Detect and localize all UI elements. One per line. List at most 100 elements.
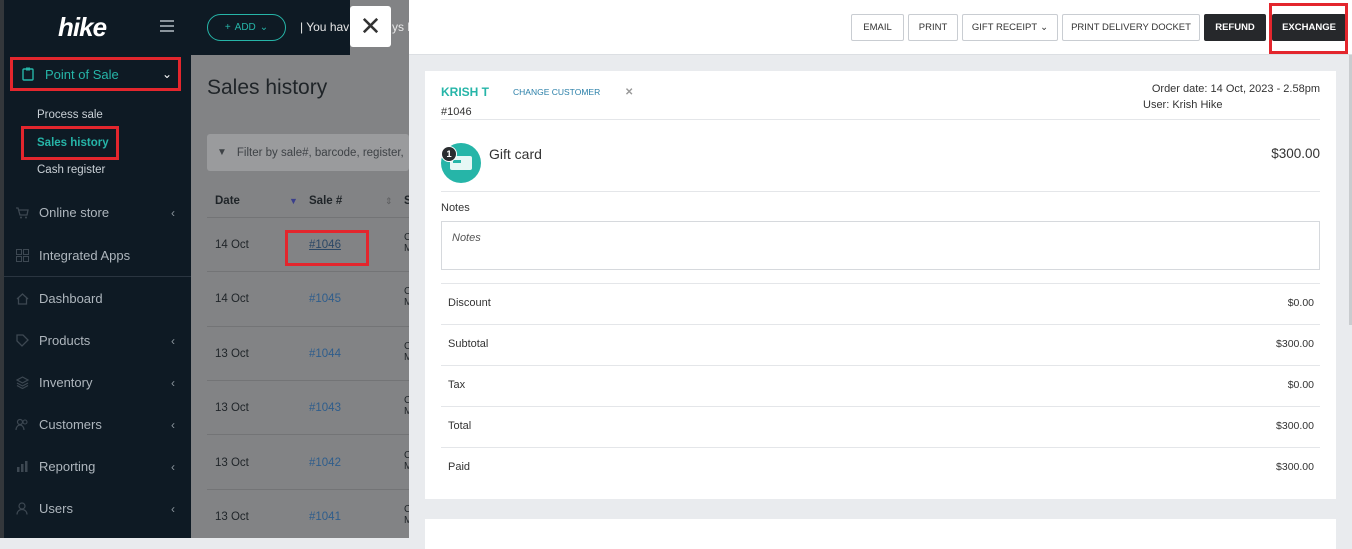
secondary-card (425, 519, 1336, 549)
chevron-left-icon: ‹ (171, 501, 175, 516)
sidebar-item-inventory[interactable]: Inventory ‹ (15, 375, 183, 390)
print-delivery-docket-button[interactable]: PRINT DELIVERY DOCKET (1062, 14, 1200, 41)
table-divider (207, 434, 409, 435)
change-customer-link[interactable]: CHANGE CUSTOMER (513, 87, 600, 97)
sale-number: #1046 (441, 106, 472, 118)
sidebar-item-integrated-apps[interactable]: Integrated Apps (15, 248, 183, 263)
print-button[interactable]: PRINT (908, 14, 958, 41)
row-date: 13 Oct (215, 348, 249, 360)
customer-name[interactable]: KRISH T (441, 85, 489, 99)
users-icon (15, 418, 29, 432)
discount-value: $0.00 (1287, 297, 1314, 309)
sidebar-item-dashboard[interactable]: Dashboard (15, 291, 183, 306)
column-header-sale[interactable]: Sale # (309, 195, 342, 207)
tag-icon (15, 334, 29, 348)
sidebar-item-online-store[interactable]: Online store ‹ (15, 205, 183, 220)
divider (441, 324, 1320, 325)
divider (441, 119, 1320, 120)
exchange-highlight-box (1269, 3, 1348, 54)
table-divider (207, 217, 409, 218)
chevron-left-icon: ‹ (171, 417, 175, 432)
paid-label: Paid (448, 461, 471, 473)
discount-label: Discount (448, 297, 491, 309)
divider (441, 406, 1320, 407)
chevron-left-icon: ‹ (171, 459, 175, 474)
chevron-down-icon: ⌄ (161, 67, 172, 81)
quantity-badge: 1 (441, 146, 457, 162)
row-date: 13 Oct (215, 457, 249, 469)
sale-detail-card: KRISH T CHANGE CUSTOMER ✕ #1046 Order da… (425, 71, 1336, 499)
add-button[interactable]: + ADD ⌄ (207, 14, 286, 41)
sale-link[interactable]: #1042 (309, 457, 341, 469)
sidebar-item-products[interactable]: Products ‹ (15, 333, 183, 348)
line-item-name: Gift card (489, 146, 542, 162)
filter-icon: ▼ (217, 147, 227, 158)
chevron-left-icon: ‹ (171, 333, 175, 348)
sort-desc-icon[interactable]: ▼ (289, 196, 298, 206)
total-label: Total (448, 420, 472, 432)
page-title: Sales history (207, 76, 328, 99)
sale-link[interactable]: #1041 (309, 511, 341, 523)
email-button[interactable]: EMAIL (851, 14, 904, 41)
tax-value: $0.00 (1287, 379, 1314, 391)
sale-link[interactable]: #1043 (309, 402, 341, 414)
close-icon: ✕ (359, 11, 382, 41)
order-user: User: Krish Hike (1143, 99, 1223, 111)
sidebar: hike Point of Sale ⌄ Process sale Sales … (0, 0, 191, 538)
hamburger-menu-icon[interactable] (160, 20, 174, 35)
clipboard-icon (21, 67, 35, 81)
row-date: 13 Oct (215, 402, 249, 414)
sidebar-item-reporting[interactable]: Reporting ‹ (15, 459, 183, 474)
sale-detail-panel: EMAIL PRINT GIFT RECEIPT ⌄ PRINT DELIVER… (409, 0, 1352, 549)
cart-icon (15, 206, 29, 220)
sidebar-item-customers[interactable]: Customers ‹ (15, 417, 183, 432)
divider (441, 191, 1320, 192)
table-divider (207, 489, 409, 490)
close-panel-button[interactable]: ✕ (350, 6, 391, 47)
nav-point-of-sale-label: Point of Sale (45, 66, 119, 82)
row-date: 13 Oct (215, 511, 249, 523)
subtotal-label: Subtotal (448, 338, 489, 350)
panel-toolbar: EMAIL PRINT GIFT RECEIPT ⌄ PRINT DELIVER… (409, 0, 1352, 55)
tax-label: Tax (448, 379, 466, 391)
gift-receipt-button[interactable]: GIFT RECEIPT ⌄ (962, 14, 1058, 41)
sidebar-item-users[interactable]: Users ‹ (15, 501, 183, 516)
notes-field[interactable]: Notes (441, 221, 1320, 270)
sales-history-highlight-box (21, 126, 119, 160)
line-item-price: $300.00 (1271, 146, 1320, 161)
divider (441, 283, 1320, 284)
order-date: Order date: 14 Oct, 2023 - 2.58pm (1151, 83, 1320, 95)
notes-label: Notes (441, 202, 470, 214)
user-icon (15, 502, 29, 516)
layers-icon (15, 376, 29, 390)
sidebar-item-process-sale[interactable]: Process sale (37, 109, 103, 121)
row-date: 14 Oct (215, 239, 249, 251)
notice-text: | You hav (300, 20, 350, 34)
sidebar-item-cash-register[interactable]: Cash register (37, 164, 105, 176)
bar-chart-icon (15, 460, 29, 474)
divider (441, 365, 1320, 366)
chevron-left-icon: ‹ (171, 375, 175, 390)
refund-button[interactable]: REFUND (1204, 14, 1266, 41)
table-divider (207, 271, 409, 272)
sale-link[interactable]: #1044 (309, 348, 341, 360)
sidebar-divider (4, 276, 191, 277)
nav-point-of-sale[interactable]: Point of Sale ⌄ (10, 57, 181, 91)
table-divider (207, 380, 409, 381)
home-icon (15, 292, 29, 306)
row-date: 14 Oct (215, 293, 249, 305)
grid-icon (15, 249, 29, 263)
remove-customer-icon[interactable]: ✕ (625, 87, 633, 98)
table-divider (207, 326, 409, 327)
paid-value: $300.00 (1276, 461, 1314, 473)
hike-logo: hike (58, 12, 107, 42)
sale-link[interactable]: #1045 (309, 293, 341, 305)
total-value: $300.00 (1276, 420, 1314, 432)
chevron-down-icon: ⌄ (259, 22, 269, 33)
sort-icon[interactable]: ⇕ (385, 196, 393, 207)
chevron-down-icon: ⌄ (1040, 22, 1049, 33)
divider (441, 447, 1320, 448)
column-header-date[interactable]: Date (215, 195, 240, 207)
plus-icon: + (224, 22, 231, 33)
filter-input[interactable]: ▼ Filter by sale#, barcode, register, (207, 134, 409, 171)
